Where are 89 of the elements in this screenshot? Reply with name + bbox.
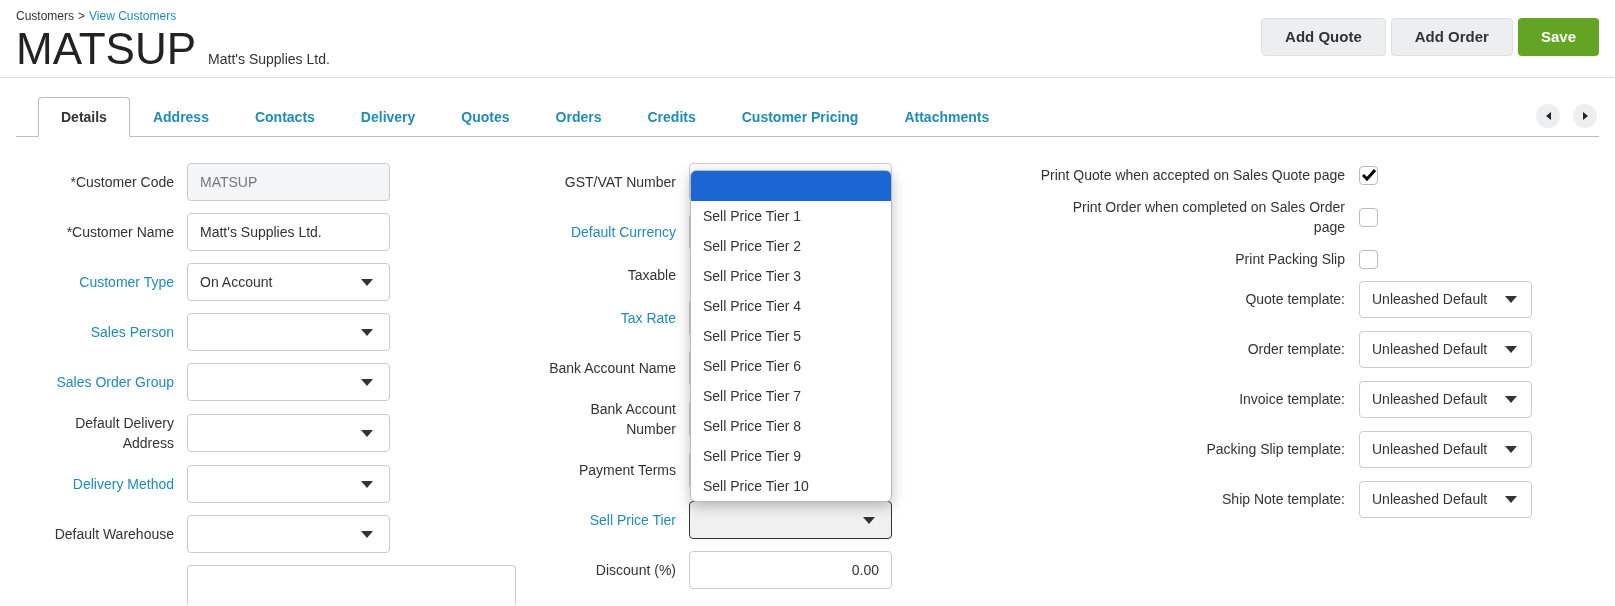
field-label[interactable]: Sell Price Tier <box>589 512 676 528</box>
field-label: Bank Account Name <box>549 360 676 376</box>
field-label: Default Delivery Address <box>75 415 174 451</box>
caret-icon <box>361 328 373 336</box>
field-label[interactable]: Tax Rate <box>620 310 676 326</box>
dropdown-option[interactable]: Sell Price Tier 4 <box>691 291 891 321</box>
caret-icon <box>1505 496 1517 503</box>
field-label: Discount (%) <box>595 562 676 578</box>
caret-icon <box>863 516 875 524</box>
template-label: Ship Note template: <box>1222 491 1345 507</box>
select-value: Unleashed Default <box>1372 490 1488 509</box>
dropdown-option[interactable]: Sell Price Tier 1 <box>691 201 891 231</box>
tab[interactable]: Customer Pricing <box>718 97 882 137</box>
option-label: Print Order when completed on Sales Order page <box>1072 199 1345 235</box>
select-field[interactable]: Unleashed Default <box>1359 431 1532 468</box>
select-value: Unleashed Default <box>1372 290 1488 309</box>
tab[interactable]: Credits <box>624 97 719 137</box>
select-field[interactable]: Unleashed Default <box>1359 281 1532 318</box>
dropdown-option[interactable]: Sell Price Tier 5 <box>691 321 891 351</box>
field-label[interactable]: Sales Order Group <box>56 374 174 390</box>
field-label[interactable]: Sales Person <box>90 324 174 340</box>
caret-icon <box>361 378 373 386</box>
checkbox[interactable] <box>1359 249 1378 269</box>
select-value: Unleashed Default <box>1372 340 1488 359</box>
customer-code-title: MATSUP <box>16 24 197 74</box>
select-field[interactable]: On Account <box>187 263 390 301</box>
select-field[interactable]: Unleashed Default <box>1359 381 1532 418</box>
dropdown-option[interactable]: Sell Price Tier 7 <box>691 381 891 411</box>
scroll-right-button[interactable] <box>1573 104 1597 128</box>
scroll-left-button[interactable] <box>1536 104 1560 128</box>
caret-icon <box>361 278 373 286</box>
caret-icon <box>1505 296 1517 303</box>
caret-icon <box>361 530 373 538</box>
dropdown-option[interactable]: Sell Price Tier 3 <box>691 261 891 291</box>
dropdown-option[interactable]: Sell Price Tier 6 <box>691 351 891 381</box>
customer-name-subtitle: Matt's Supplies Ltd. <box>208 50 330 69</box>
field-label: *Customer Code <box>70 174 174 190</box>
input-field[interactable]: Matt's Supplies Ltd. <box>187 213 390 251</box>
select-value: On Account <box>200 272 273 292</box>
field-label: GST/VAT Number <box>564 174 676 190</box>
select-value: Unleashed Default <box>1372 440 1488 459</box>
field-label[interactable]: Default Currency <box>570 224 676 240</box>
select-field[interactable] <box>689 501 892 539</box>
dropdown-option[interactable]: Sell Price Tier 2 <box>691 231 891 261</box>
text-area[interactable] <box>187 565 516 605</box>
tab[interactable]: Contacts <box>231 97 338 137</box>
dropdown-option[interactable] <box>691 171 891 201</box>
template-label: Order template: <box>1247 341 1345 357</box>
dropdown-option[interactable]: Sell Price Tier 10 <box>691 471 891 501</box>
select-field[interactable]: Unleashed Default <box>1359 331 1532 368</box>
tab[interactable]: Orders <box>532 97 625 137</box>
field-label: Default Warehouse <box>54 526 174 542</box>
breadcrumb-current[interactable]: View Customers <box>89 8 177 24</box>
caret-icon <box>1505 396 1517 403</box>
caret-icon <box>361 480 373 488</box>
checkbox[interactable] <box>1359 165 1378 185</box>
action-button[interactable]: Add Quote <box>1261 18 1386 56</box>
field-label[interactable]: Customer Type <box>79 274 174 290</box>
select-field[interactable]: Unleashed Default <box>1359 481 1532 518</box>
tab[interactable]: Address <box>129 97 232 137</box>
checkmark-icon <box>1361 169 1376 181</box>
dropdown-option[interactable]: Sell Price Tier 8 <box>691 411 891 441</box>
tab[interactable]: Details <box>38 97 130 137</box>
field-label: Taxable <box>627 267 676 283</box>
breadcrumb-separator: > <box>78 8 86 24</box>
tab[interactable]: Delivery <box>337 97 439 137</box>
triangle-right-icon <box>1582 112 1588 120</box>
template-label: Quote template: <box>1245 291 1345 307</box>
tab[interactable]: Quotes <box>438 97 533 137</box>
dropdown-option[interactable]: Sell Price Tier 9 <box>691 441 891 471</box>
checkbox[interactable] <box>1359 207 1378 227</box>
template-label: Invoice template: <box>1239 391 1345 407</box>
action-button[interactable]: Add Order <box>1390 18 1513 56</box>
tab[interactable]: Attachments <box>881 97 1013 137</box>
caret-icon <box>1505 346 1517 353</box>
field-label: *Customer Name <box>66 224 174 240</box>
field-label: Payment Terms <box>579 462 676 478</box>
input-field[interactable]: MATSUP <box>187 163 390 201</box>
option-label: Print Quote when accepted on Sales Quote page <box>1040 167 1345 183</box>
field-label: Bank Account Number <box>590 401 676 437</box>
option-label: Print Packing Slip <box>1235 251 1345 267</box>
select-value: Unleashed Default <box>1372 390 1488 409</box>
input-field[interactable]: 0.00 <box>689 551 892 589</box>
template-label: Packing Slip template: <box>1206 441 1345 457</box>
caret-icon <box>361 429 373 437</box>
breadcrumb-link[interactable]: Customers <box>16 8 74 24</box>
triangle-left-icon <box>1545 112 1551 120</box>
field-label[interactable]: Delivery Method <box>72 476 174 492</box>
caret-icon <box>1505 446 1517 453</box>
